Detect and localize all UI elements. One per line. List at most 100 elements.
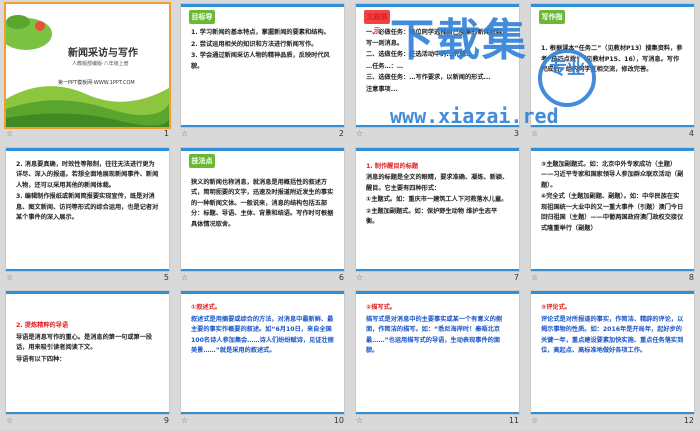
star-icon[interactable]: ☆ [356, 273, 363, 282]
slide-5-canvas: 2. 消息要真确，时效性等限制，往往无法进行更为详尽、深入的报道。若想全面地展现… [6, 147, 169, 271]
slide-8-number: 8 [688, 272, 694, 282]
slide-4-number: 4 [688, 129, 694, 138]
slide-thumbnail-9[interactable]: 2. 提炼精粹的导语 导语是消息写作的重心。是消息的第一句或第一段话，用来吸引读… [0, 287, 175, 431]
slide-2-line-3: 3. 学会通过新闻采访人物的精神品质，反映时代风貌。 [191, 52, 330, 70]
slide-5-line-2: 3. 编辑制作报纸或新闻简报要实现宣传，既是对消息、图文新闻、访问等形式的综合运… [16, 193, 159, 222]
slide-7-line-2: ①主题式。如：重庆市一建筑工人下河救落水儿童。 [366, 196, 508, 204]
slide-2-canvas: 目标导航 1. 学习新闻的基本特点，掌握新闻的要素和结构。 2. 尝试运用相关的… [181, 4, 344, 127]
slide-5-bottombar [6, 268, 169, 271]
slide-12-line-1: 评论式是对所报道的事实，作简洁、精辟的评论，以揭示事物的性质。如：2016年是开… [541, 315, 684, 355]
slide-1-footer-bar: ☆ 1 [6, 128, 169, 142]
slide-12-body: ③评论式。 评论式是对所报道的事实，作简洁、精辟的评论，以揭示事物的性质。如：2… [541, 303, 684, 358]
slide-9-number: 9 [163, 416, 169, 426]
slide-thumbnail-1[interactable]: 新闻采访与写作 人教版部编版·八年级上册 第一PPT模板网-WWW.1PPT.C… [0, 0, 175, 144]
slide-3-topbar [356, 4, 519, 7]
slide-2-line-1: 1. 学习新闻的基本特点，掌握新闻的要素和结构。 [191, 29, 330, 36]
slide-11-canvas: ②描写式。 描写式是对消息中的主要事实或某一个有意义的侧面，作简洁的描写。如：“… [356, 291, 519, 415]
slide-2-line-2: 2. 尝试运用相关的知识和方法进行新闻写作。 [191, 40, 318, 48]
slide-3-canvas: 文题展示 一、必做任务：每位同学选择自己搜集的新闻材料，写一则消息。 二、选做任… [356, 4, 519, 127]
slide-9-line-2: 导语有以下四种： [16, 355, 66, 363]
slide-6-number: 6 [338, 272, 344, 282]
slide-9-bottombar [6, 412, 169, 415]
slide-9-body: 2. 提炼精粹的导语 导语是消息写作的重心。是消息的第一句或第一段话，用来吸引读… [16, 321, 159, 366]
slide-2-bottombar [181, 125, 344, 127]
slide-6-topbar [181, 147, 344, 151]
slide-2-topbar [181, 4, 344, 7]
slide-1-number: 1 [163, 129, 169, 138]
slide-10-footer-bar: ☆ 10 [181, 415, 344, 429]
slide-11-footer-bar: ☆ 11 [356, 415, 519, 429]
star-icon[interactable]: ☆ [6, 416, 13, 425]
slide-3-bottombar [356, 125, 519, 127]
slide-5-footer-bar: ☆ 5 [6, 272, 169, 286]
slide-2-footer-bar: ☆ 2 [181, 128, 344, 142]
slide-thumbnail-7[interactable]: 1. 制作醒目的标题 消息的标题是全文的眼睛，要求准确、凝练、新颖、醒目。它主要… [350, 144, 525, 288]
star-icon[interactable]: ☆ [181, 129, 188, 138]
slide-7-bottombar [356, 268, 519, 271]
slide-thumbnail-12[interactable]: ③评论式。 评论式是对所报道的事实，作简洁、精辟的评论，以揭示事物的性质。如：2… [525, 287, 700, 431]
slide-5-topbar [6, 147, 169, 151]
slide-8-line-2: ④完全式（主题加副题、副题）。如：中华民族在实现祖国统一大业中的又一重大事件（引… [541, 193, 684, 232]
star-icon[interactable]: ☆ [356, 416, 363, 425]
slide-thumbnail-6[interactable]: 技法点拨 狭义的新闻也称消息，就消息是用概括性的叙述方式，简明扼要的文字，迅速及… [175, 144, 350, 288]
slide-3-line-4: 三、选做任务：…写作要求，以新闻的形式... [366, 74, 491, 81]
slide-11-line-1: 描写式是对消息中的主要事实或某一个有意义的侧面，作简洁的描写。如：“悉尼海岸时！… [366, 315, 503, 355]
slide-8-line-1: ③主题加副题式。如：北京中外专家成功（主题）——习近平专家和国家领导人参加群众联… [541, 160, 684, 189]
star-icon[interactable]: ☆ [531, 129, 538, 138]
slide-2-number: 2 [338, 129, 344, 138]
slide-thumbnail-5[interactable]: 2. 消息要真确，时效性等限制，往往无法进行更为详尽、深入的报道。若想全面地展现… [0, 144, 175, 288]
slide-3-line-2: 二、选做任务：任选活动中的...完成... [366, 51, 473, 58]
slide-10-canvas: ①叙述式。 叙述式是用摘要或综合的方法，对消息中最新鲜、最主要的事实作概要的叙述… [181, 291, 344, 415]
slide-7-canvas: 1. 制作醒目的标题 消息的标题是全文的眼睛，要求准确、凝练、新颖、醒目。它主要… [356, 147, 519, 271]
slide-6-body: 狭义的新闻也称消息，就消息是用概括性的叙述方式，简明扼要的文字，迅速及时报道附近… [191, 178, 334, 232]
slide-7-topbar [356, 147, 519, 151]
slide-thumbnail-8[interactable]: ③主题加副题式。如：北京中外专家成功（主题）——习近平专家和国家领导人参加群众联… [525, 144, 700, 288]
slide-4-line-1: 1. 根据课本“任务二”（见教材P13）搜集资料，参考“技巧点拨”（见教材P15… [541, 45, 683, 73]
slide-sorter-grid: 新闻采访与写作 人教版部编版·八年级上册 第一PPT模板网-WWW.1PPT.C… [0, 0, 700, 431]
slide-4-topbar [531, 4, 694, 7]
slide-12-canvas: ③评论式。 评论式是对所报道的事实，作简洁、精辟的评论，以揭示事物的性质。如：2… [531, 291, 694, 415]
slide-4-footer-bar: ☆ 4 [531, 128, 694, 142]
star-icon[interactable]: ☆ [6, 273, 13, 282]
slide-2-badge: 目标导航 [189, 10, 215, 35]
slide-4-badge: 写作指导 [539, 10, 565, 35]
slide-4-bottombar [531, 125, 694, 127]
star-icon[interactable]: ☆ [6, 129, 13, 138]
slide-11-body: ②描写式。 描写式是对消息中的主要事实或某一个有意义的侧面，作简洁的描写。如：“… [366, 303, 509, 358]
slide-11-topbar [356, 291, 519, 295]
slide-7-body: 1. 制作醒目的标题 消息的标题是全文的眼睛，要求准确、凝练、新颖、醒目。它主要… [366, 162, 509, 229]
slide-thumbnail-4[interactable]: 写作指导 1. 根据课本“任务二”（见教材P13）搜集资料，参考“技巧点拨”（见… [525, 0, 700, 144]
slide-thumbnail-10[interactable]: ①叙述式。 叙述式是用摘要或综合的方法，对消息中最新鲜、最主要的事实作概要的叙述… [175, 287, 350, 431]
slide-6-bottombar [181, 268, 344, 271]
slide-thumbnail-3[interactable]: 文题展示 一、必做任务：每位同学选择自己搜集的新闻材料，写一则消息。 二、选做任… [350, 0, 525, 144]
star-icon[interactable]: ☆ [531, 273, 538, 282]
star-icon[interactable]: ☆ [356, 129, 363, 138]
slide-9-line-1: 导语是消息写作的重心。是消息的第一句或第一段话，用来吸引读者阅读下文。 [16, 333, 153, 352]
slide-3-line-1: 一、必做任务：每位同学选择自己搜集的新闻材料，写一则消息。 [366, 29, 509, 47]
slide-5-line-1: 2. 消息要真确，时效性等限制，往往无法进行更为详尽、深入的报道。若想全面地展现… [16, 160, 159, 189]
star-icon[interactable]: ☆ [181, 273, 188, 282]
star-icon[interactable]: ☆ [181, 416, 188, 425]
slide-6-footer-bar: ☆ 6 [181, 272, 344, 286]
slide-7-footer-bar: ☆ 7 [356, 272, 519, 286]
slide-6-canvas: 技法点拨 狭义的新闻也称消息，就消息是用概括性的叙述方式，简明扼要的文字，迅速及… [181, 147, 344, 271]
slide-10-line-1: 叙述式是用摘要或综合的方法，对消息中最新鲜、最主要的事实作概要的叙述。如“6月1… [191, 315, 334, 355]
slide-3-body: 一、必做任务：每位同学选择自己搜集的新闻材料，写一则消息。 二、选做任务：任选活… [366, 28, 509, 96]
slide-12-bottombar [531, 412, 694, 415]
slide-1-canvas: 新闻采访与写作 人教版部编版·八年级上册 第一PPT模板网-WWW.1PPT.C… [6, 4, 169, 127]
slide-3-line-5: 注意事项... [366, 85, 398, 93]
slide-7-line-1: 消息的标题是全文的眼睛，要求准确、凝练、新颖、醒目。它主要有四种形式： [366, 174, 509, 192]
slide-1-footer: 第一PPT模板网-WWW.1PPT.COM [58, 80, 135, 86]
slide-thumbnail-11[interactable]: ②描写式。 描写式是对消息中的主要事实或某一个有意义的侧面，作简洁的描写。如：“… [350, 287, 525, 431]
slide-thumbnail-2[interactable]: 目标导航 1. 学习新闻的基本特点，掌握新闻的要素和结构。 2. 尝试运用相关的… [175, 0, 350, 144]
slide-5-number: 5 [163, 272, 169, 282]
slide-4-body: 1. 根据课本“任务二”（见教材P13）搜集资料，参考“技巧点拨”（见教材P15… [541, 44, 684, 77]
slide-6-line-1: 狭义的新闻也称消息，就消息是用概括性的叙述方式，简明扼要的文字，迅速及时报道附近… [191, 178, 334, 228]
slide-6-badge: 技法点拨 [189, 153, 215, 179]
star-icon[interactable]: ☆ [531, 416, 538, 425]
slide-9-footer-bar: ☆ 9 [6, 415, 169, 429]
slide-7-line-3: ②主题加副题式。如：保护野生动物 维护生态平衡。 [366, 207, 498, 226]
slide-1-title: 新闻采访与写作 [68, 48, 138, 59]
slide-8-canvas: ③主题加副题式。如：北京中外专家成功（主题）——习近平专家和国家领导人参加群众联… [531, 147, 694, 271]
slide-10-body: ①叙述式。 叙述式是用摘要或综合的方法，对消息中最新鲜、最主要的事实作概要的叙述… [191, 303, 334, 358]
